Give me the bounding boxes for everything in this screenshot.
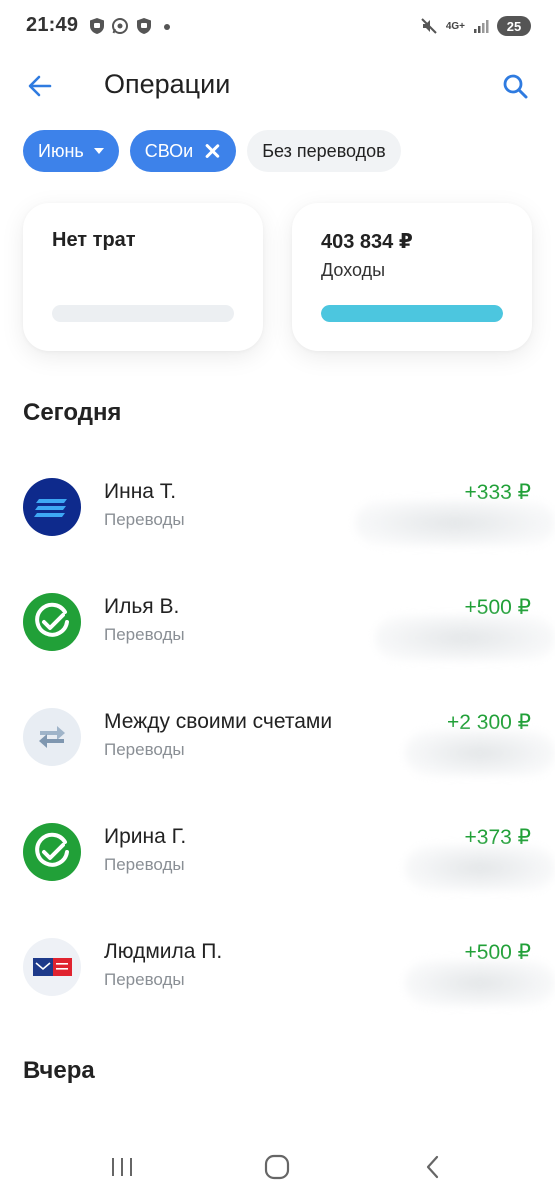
expenses-bar: [52, 305, 234, 322]
page-title: Операции: [104, 69, 231, 99]
system-nav-bar: [0, 1140, 555, 1200]
operation-row[interactable]: Ирина Г. Переводы +373 ₽: [0, 823, 555, 923]
no-transfers-chip[interactable]: Без переводов: [247, 130, 401, 172]
category-filter-chip[interactable]: СВОи: [129, 130, 237, 172]
operation-category: Переводы: [104, 855, 185, 874]
back-chevron-icon: [426, 1155, 439, 1179]
expenses-title: Нет трат: [52, 229, 136, 251]
section-today: Сегодня: [23, 399, 122, 426]
operation-row[interactable]: Людмила П. Переводы +500 ₽: [0, 938, 555, 1038]
sber-check-icon: [23, 823, 81, 881]
search-button[interactable]: [497, 68, 533, 104]
month-filter-chip[interactable]: Июнь: [23, 130, 119, 172]
no-transfers-label: Без переводов: [262, 140, 386, 161]
operation-category: Переводы: [104, 510, 185, 529]
operation-row[interactable]: Илья В. Переводы +500 ₽: [0, 593, 555, 693]
category-filter-label: СВОи: [144, 140, 194, 161]
operation-name: Людмила П.: [104, 940, 223, 963]
status-bar: 21:49 4G+ 25: [0, 0, 555, 52]
operation-name: Между своими счетами: [104, 710, 333, 733]
redacted-blur: [375, 615, 555, 661]
operation-name: Инна Т.: [104, 480, 177, 503]
close-icon[interactable]: [203, 142, 221, 160]
battery-indicator: 25: [497, 16, 531, 36]
transfer-arrows-icon: [23, 708, 81, 766]
bank-stripes-icon: [23, 478, 81, 536]
operation-name: Илья В.: [104, 595, 180, 618]
app-bar: Операции: [0, 56, 555, 116]
whatsapp-icon: [112, 18, 128, 34]
operation-category: Переводы: [104, 970, 185, 989]
month-filter-label: Июнь: [38, 140, 84, 161]
income-amount: 403 834 ₽: [321, 231, 413, 253]
chevron-down-icon: [93, 148, 104, 154]
redacted-blur: [405, 845, 555, 891]
operation-category: Переводы: [104, 625, 185, 644]
redacted-blur: [405, 730, 555, 776]
redacted-blur: [405, 960, 555, 1006]
recent-apps-button[interactable]: [102, 1152, 142, 1182]
back-button[interactable]: [22, 68, 58, 104]
income-bar: [321, 305, 503, 322]
operation-category: Переводы: [104, 740, 185, 759]
operations-screen: 21:49 4G+ 25 Операции Июнь СВОи Без пере…: [0, 0, 555, 1200]
shield-icon: [137, 18, 151, 34]
pochta-bank-icon: [23, 938, 81, 996]
mute-icon: [421, 18, 437, 34]
shield-icon: [90, 18, 104, 34]
arrow-left-icon: [28, 75, 52, 97]
section-yesterday: Вчера: [23, 1057, 95, 1084]
filter-chips: Июнь СВОи Без переводов: [23, 130, 401, 174]
operation-row[interactable]: Инна Т. Переводы +333 ₽: [0, 478, 555, 578]
redacted-blur: [355, 500, 555, 546]
expenses-card[interactable]: Нет трат: [23, 203, 263, 351]
operation-row[interactable]: Между своими счетами Переводы +2 300 ₽: [0, 708, 555, 808]
home-button[interactable]: [257, 1152, 297, 1182]
dot-icon: [164, 24, 170, 30]
home-icon: [264, 1154, 290, 1180]
status-time: 21:49: [26, 14, 79, 36]
income-label: Доходы: [321, 260, 386, 280]
operation-name: Ирина Г.: [104, 825, 187, 848]
income-bar-fill: [321, 305, 503, 322]
recent-apps-icon: [112, 1158, 132, 1176]
search-icon: [503, 74, 528, 99]
sber-check-icon: [23, 593, 81, 651]
status-right: 4G+ 25: [420, 14, 531, 38]
system-back-button[interactable]: [413, 1152, 453, 1182]
signal-icon: [474, 20, 489, 33]
income-card[interactable]: 403 834 ₽ Доходы: [292, 203, 532, 351]
network-type: 4G+: [445, 20, 465, 32]
